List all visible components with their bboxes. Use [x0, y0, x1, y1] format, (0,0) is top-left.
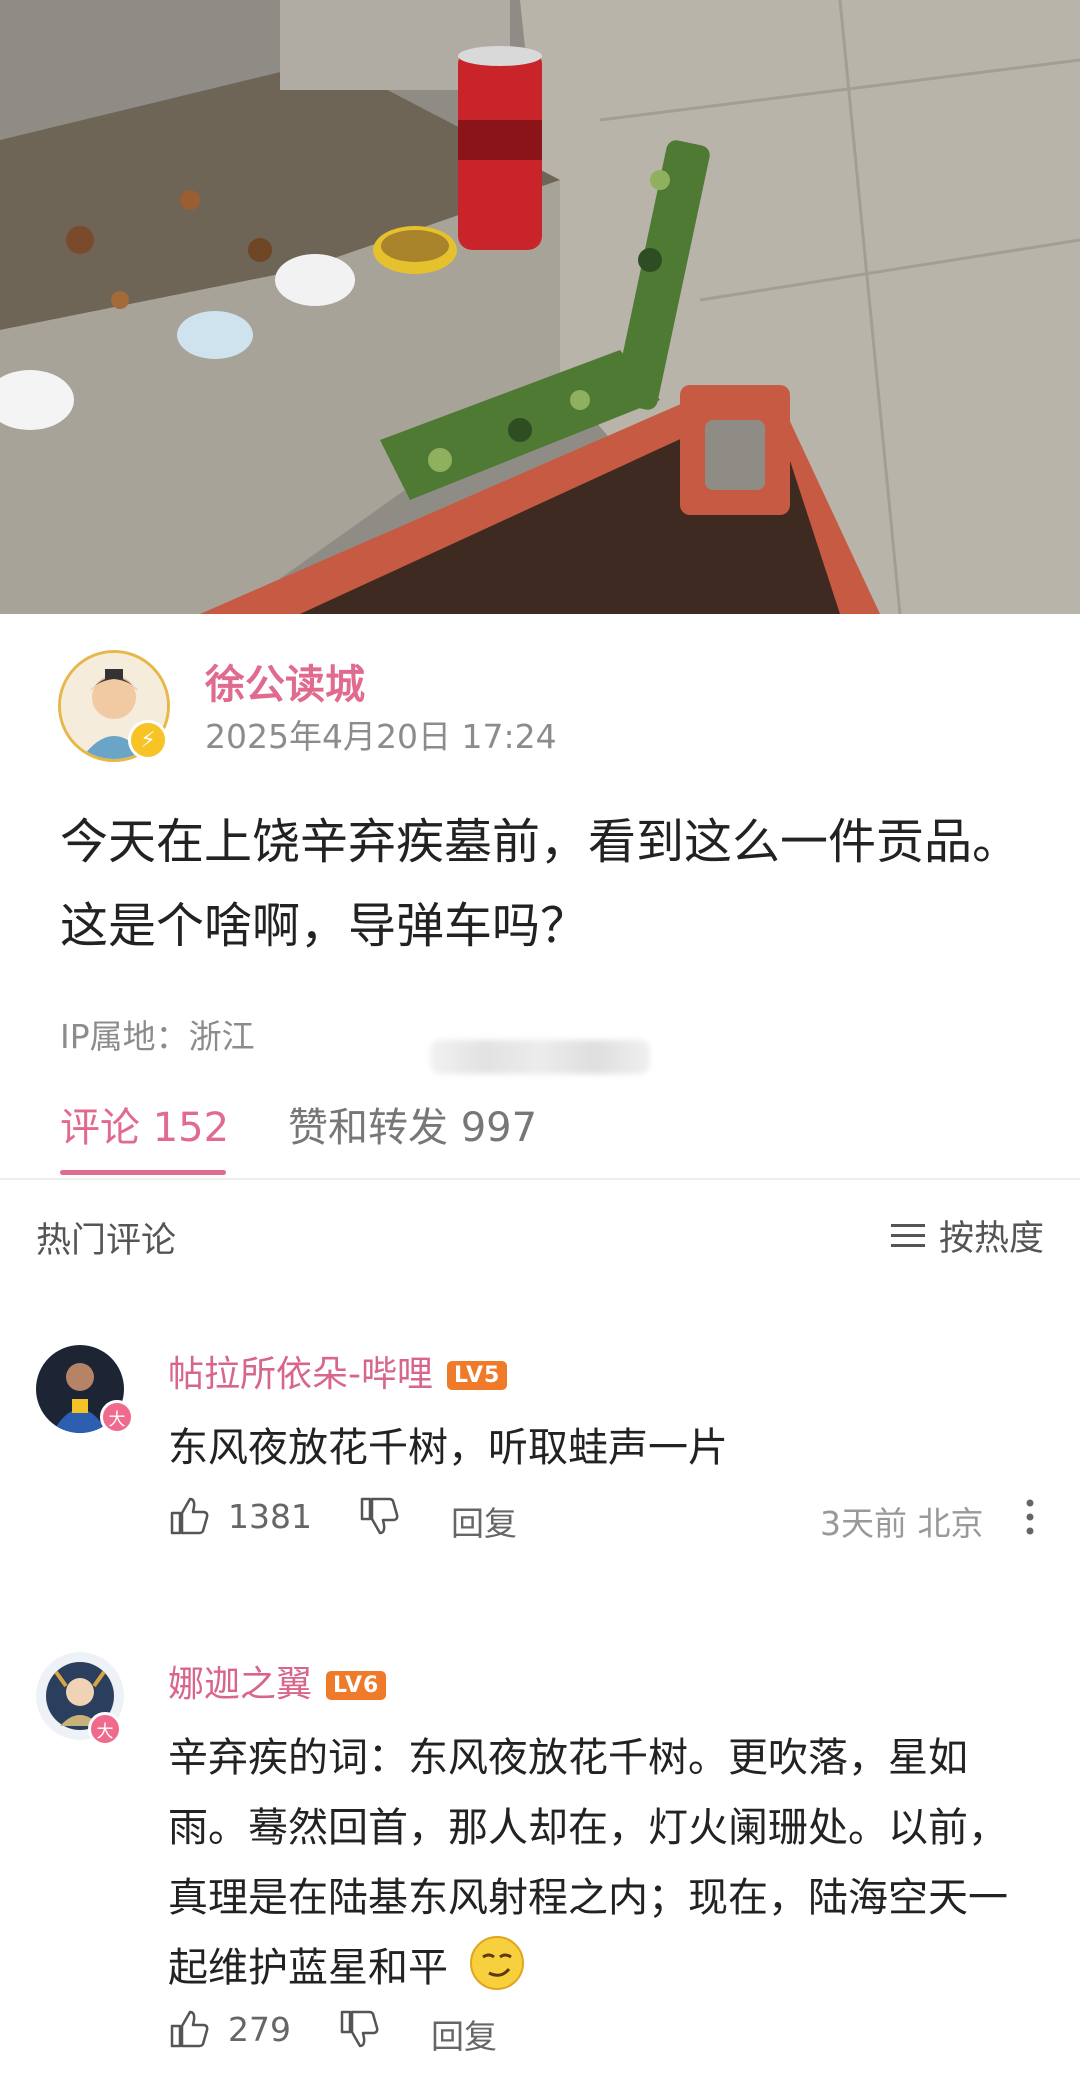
- hot-comments-title: 热门评论: [36, 1221, 177, 1261]
- tab-comments[interactable]: 评论 152: [60, 1095, 229, 1153]
- post-time: 2025年4月20日 17:24: [205, 717, 557, 756]
- comment-actions: 279 回复: [168, 2008, 1048, 2058]
- comment-text-content: 辛弃疾的词：东风夜放花千树。更吹落，星如雨。蓦然回首，那人却在，灯火阑珊处。以前…: [168, 1735, 1008, 1991]
- comment-text: 东风夜放花千树，听取蛙声一片: [168, 1425, 728, 1471]
- post-photo[interactable]: [0, 0, 1080, 614]
- like-count: 279: [228, 2010, 291, 2049]
- thumbs-up-icon[interactable]: [168, 2008, 210, 2050]
- post-text: 今天在上饶辛弃疾墓前，看到这么一件贡品。这是个啥啊，导弹车吗？: [60, 814, 1021, 954]
- level-badge: LV6: [326, 1671, 387, 1700]
- verified-badge-icon: ⚡: [128, 720, 168, 760]
- more-options-icon[interactable]: [1020, 1497, 1040, 1537]
- divider: [0, 1178, 1080, 1180]
- big-member-badge-icon: 大: [88, 1712, 122, 1746]
- comment-text: 辛弃疾的词：东风夜放花千树。更吹落，星如雨。蓦然回首，那人却在，灯火阑珊处。以前…: [168, 1723, 1028, 2003]
- tab-likes-shares[interactable]: 赞和转发 997: [288, 1095, 537, 1153]
- blurred-area: [430, 1040, 650, 1074]
- menu-lines-icon: [890, 1223, 925, 1247]
- poster-avatar[interactable]: ⚡: [58, 650, 174, 766]
- comment-meta: 3天前 北京: [820, 1504, 984, 1543]
- sort-label: 按热度: [938, 1219, 1044, 1259]
- comment-author[interactable]: 娜迦之翼 LV6: [168, 1655, 387, 1707]
- sort-button[interactable]: 按热度: [890, 1210, 1044, 1261]
- big-member-badge-icon: 大: [100, 1400, 134, 1434]
- thumbs-down-icon[interactable]: [338, 2008, 380, 2050]
- thumbs-down-icon[interactable]: [358, 1495, 400, 1537]
- ip-location: IP属地：浙江: [60, 1017, 255, 1056]
- thumbs-up-icon[interactable]: [168, 1495, 210, 1537]
- level-badge: LV5: [447, 1361, 508, 1390]
- reply-button[interactable]: 回复: [431, 2010, 497, 2058]
- reply-button[interactable]: 回复: [451, 1497, 517, 1545]
- comment-author[interactable]: 帖拉所依朵-哔哩 LV5: [168, 1345, 508, 1397]
- comment-author-name: 帖拉所依朵-哔哩: [168, 1354, 433, 1395]
- like-count: 1381: [228, 1497, 312, 1536]
- smirk-emoji-icon: [469, 1936, 524, 1990]
- poster-name[interactable]: 徐公读城: [205, 652, 365, 710]
- comment-author-name: 娜迦之翼: [168, 1664, 313, 1705]
- active-tab-indicator: [60, 1170, 226, 1175]
